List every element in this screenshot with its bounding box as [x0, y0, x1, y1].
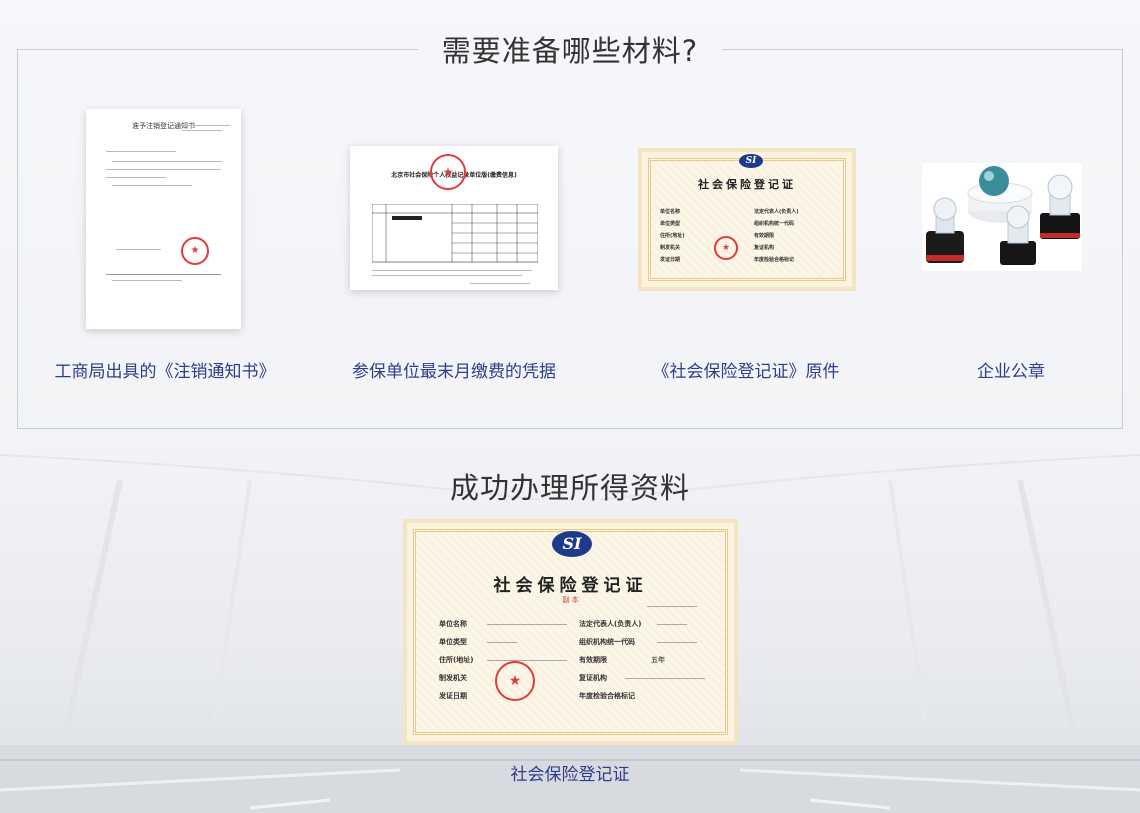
caption-insurance-certificate-result: 社会保险登记证 [510, 765, 630, 785]
si-logo-icon: SI [739, 154, 763, 168]
cert-subtitle: 副 本 [562, 596, 579, 604]
materials-section-title: 需要准备哪些材料? [0, 28, 1140, 70]
red-seal-icon: ★ [430, 154, 466, 190]
cert-title: 社会保险登记证 [698, 178, 796, 191]
payment-receipt-image: 北京市社会保险个人权益记录单位版(缴费信息) ★ [350, 146, 558, 290]
red-seal-icon: ★ [495, 661, 535, 701]
company-stamps-image [922, 163, 1082, 271]
red-seal-icon: ★ [714, 236, 738, 260]
caption-insurance-certificate-original: 《社会保险登记证》原件 [652, 362, 840, 382]
caption-company-seal: 企业公章 [977, 362, 1045, 382]
caption-deregistration-notice: 工商局出具的《注销通知书》 [54, 362, 276, 382]
red-seal-icon: ★ [181, 237, 209, 265]
cert-title: 社会保险登记证 [493, 576, 648, 596]
social-insurance-cert-large-image: SI 社会保险登记证 副 本 单位名称 单位类型 住所(地址) 制发机关 发证日… [403, 519, 738, 745]
caption-payment-receipt: 参保单位最末月缴费的凭据 [352, 362, 556, 382]
results-section-title: 成功办理所得资料 [449, 471, 690, 505]
si-logo-icon: SI [552, 531, 592, 557]
social-insurance-cert-small-image: SI 社会保险登记证 单位名称 单位类型 住所(地址) 制发机关 发证日期 法定… [638, 148, 856, 291]
deregistration-notice-image: 准予注销登记通知书 ★ [86, 109, 241, 329]
